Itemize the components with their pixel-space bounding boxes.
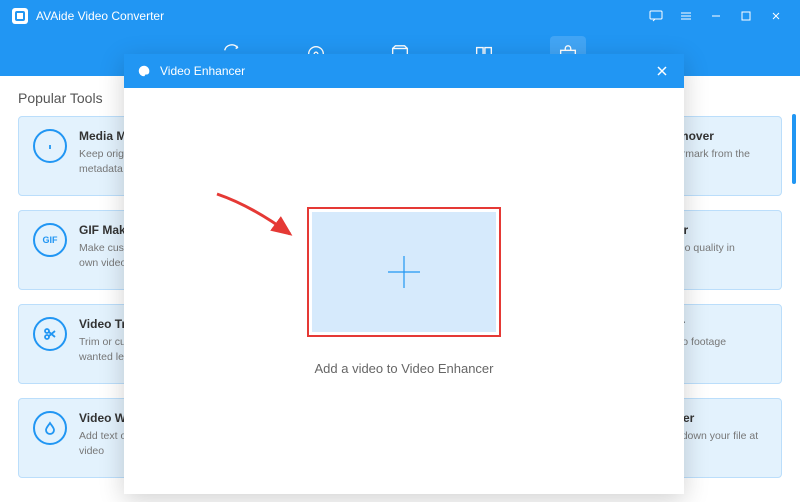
add-video-dropzone[interactable] — [312, 212, 496, 332]
titlebar: AVAide Video Converter — [0, 0, 800, 32]
modal-title: Video Enhancer — [160, 64, 245, 78]
scissors-icon — [33, 317, 67, 351]
palette-icon — [136, 63, 152, 79]
info-icon — [33, 129, 67, 163]
minimize-button[interactable] — [704, 4, 728, 28]
plus-icon — [382, 250, 426, 294]
modal-body: Add a video to Video Enhancer — [124, 88, 684, 494]
scrollbar-thumb[interactable] — [792, 114, 796, 184]
feedback-button[interactable] — [644, 4, 668, 28]
app-logo — [12, 8, 28, 24]
modal-close-button[interactable] — [652, 61, 672, 81]
app-title: AVAide Video Converter — [36, 9, 164, 23]
close-button[interactable] — [764, 4, 788, 28]
droplet-icon — [33, 411, 67, 445]
video-enhancer-modal: Video Enhancer Add a video to Video Enha… — [124, 54, 684, 494]
modal-header: Video Enhancer — [124, 54, 684, 88]
gif-icon: GIF — [33, 223, 67, 257]
annotation-highlight — [307, 207, 501, 337]
modal-caption: Add a video to Video Enhancer — [314, 361, 493, 376]
menu-button[interactable] — [674, 4, 698, 28]
maximize-button[interactable] — [734, 4, 758, 28]
